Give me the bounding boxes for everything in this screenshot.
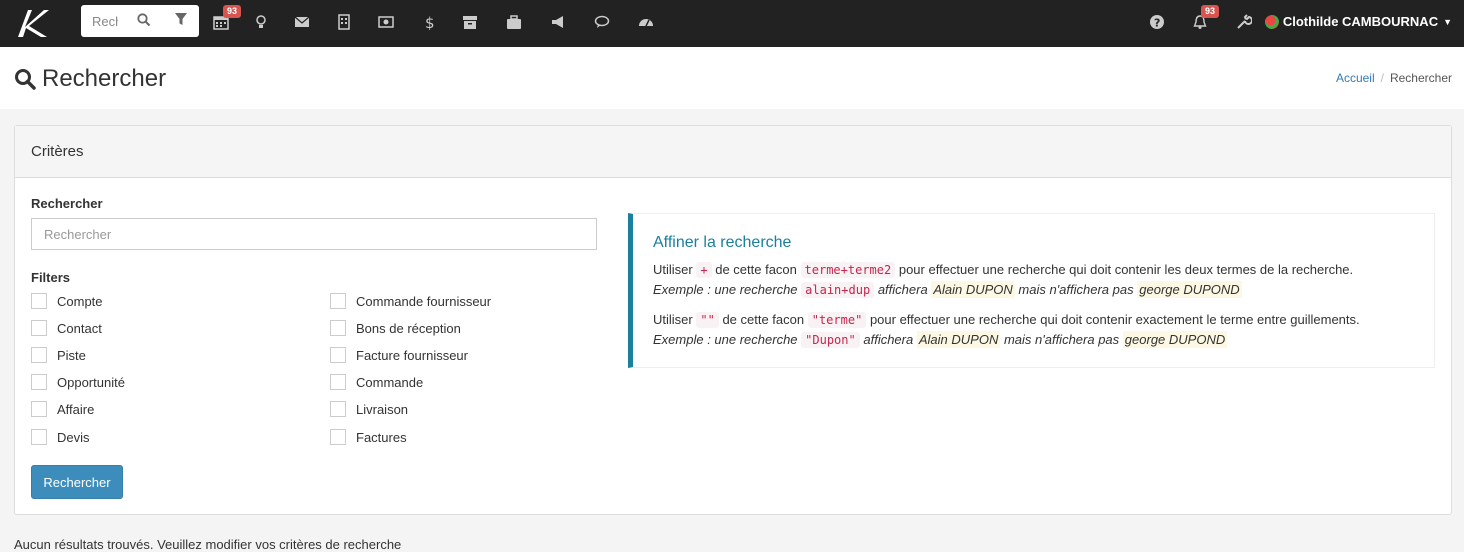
filter-opportunite[interactable]: Opportunité [31, 374, 125, 390]
checkbox[interactable] [31, 401, 47, 417]
checkbox-label: Bons de réception [356, 320, 461, 336]
search-label: Rechercher [31, 196, 103, 211]
help-icon[interactable]: ? [1149, 14, 1165, 30]
checkbox-label: Compte [57, 293, 103, 309]
help-line-3: Utiliser "" de cette facon "terme" pour … [653, 312, 1360, 328]
filter-affaire[interactable]: Affaire [31, 401, 94, 417]
filter-devis[interactable]: Devis [31, 429, 90, 445]
search-icon[interactable] [137, 13, 151, 27]
envelope-icon[interactable] [294, 14, 310, 30]
criteria-panel: Critères Rechercher Filters Compte Conta… [14, 125, 1452, 515]
user-menu[interactable]: Clothilde CAMBOURNAC ▼ [1264, 14, 1452, 29]
breadcrumb-current: Rechercher [1389, 71, 1452, 85]
checkbox[interactable] [330, 347, 346, 363]
filter-piste[interactable]: Piste [31, 347, 86, 363]
svg-text:?: ? [1154, 17, 1160, 30]
filter-contact[interactable]: Contact [31, 320, 102, 336]
building-icon[interactable] [336, 14, 352, 30]
svg-text:$: $ [425, 14, 435, 30]
search-submit-button[interactable]: Rechercher [31, 465, 123, 499]
notifications-badge: 93 [1201, 5, 1220, 18]
search-help-callout: Affiner la recherche Utiliser + de cette… [628, 213, 1435, 368]
filter-facture-fournisseur[interactable]: Facture fournisseur [330, 347, 468, 363]
checkbox-label: Devis [57, 429, 90, 445]
help-line-1: Utiliser + de cette facon terme+terme2 p… [653, 262, 1354, 278]
filter-icon[interactable] [175, 13, 187, 26]
breadcrumb-home-link[interactable]: Accueil [1336, 71, 1375, 85]
checkbox[interactable] [330, 320, 346, 336]
checkbox[interactable] [330, 401, 346, 417]
checkbox-label: Livraison [356, 401, 409, 417]
checkbox[interactable] [330, 293, 346, 309]
checkbox-label: Contact [57, 320, 102, 336]
search-input[interactable] [31, 218, 597, 250]
archive-icon[interactable] [462, 14, 478, 30]
checkbox-label: Opportunité [57, 374, 125, 390]
checkbox[interactable] [31, 320, 47, 336]
filter-commande-fournisseur[interactable]: Commande fournisseur [330, 293, 491, 309]
page-title: Rechercher [14, 65, 166, 93]
app-logo[interactable] [14, 7, 52, 39]
filter-commande[interactable]: Commande [330, 374, 423, 390]
avatar [1264, 14, 1279, 29]
checkbox-label: Commande fournisseur [356, 293, 492, 309]
chevron-down-icon: ▼ [1443, 16, 1452, 27]
checkbox[interactable] [330, 429, 346, 445]
checkbox[interactable] [31, 374, 47, 390]
callout-title: Affiner la recherche [653, 234, 792, 251]
global-search-input[interactable]: Rechercher [92, 14, 118, 29]
dollar-icon[interactable]: $ [421, 14, 437, 30]
checkbox-label: Commande [356, 374, 424, 390]
panel-heading: Critères [15, 126, 1451, 178]
breadcrumb-separator: / [1380, 71, 1384, 85]
comments-icon[interactable] [594, 14, 610, 30]
checkbox[interactable] [31, 347, 47, 363]
wrench-icon[interactable] [1236, 14, 1252, 30]
breadcrumb: Accueil / Rechercher [1336, 71, 1452, 85]
filters-label: Filters [31, 270, 71, 285]
help-line-2: Exemple : une recherche alain+dup affich… [653, 281, 1242, 298]
checkbox-label: Affaire [57, 401, 95, 417]
filter-livraison[interactable]: Livraison [330, 401, 408, 417]
filter-compte[interactable]: Compte [31, 293, 103, 309]
page-header: Rechercher Accueil / Rechercher [0, 47, 1464, 109]
briefcase-icon[interactable] [506, 14, 522, 30]
checkbox-label: Facture fournisseur [356, 347, 468, 363]
filter-factures[interactable]: Factures [330, 429, 407, 445]
checkbox-label: Piste [57, 347, 86, 363]
filter-bons-reception[interactable]: Bons de réception [330, 320, 461, 336]
money-icon[interactable] [378, 14, 394, 30]
global-search[interactable]: Rechercher [81, 5, 199, 37]
checkbox-label: Factures [356, 429, 407, 445]
checkbox[interactable] [31, 293, 47, 309]
search-icon [15, 69, 36, 90]
user-name: Clothilde CAMBOURNAC [1282, 14, 1439, 29]
checkbox[interactable] [330, 374, 346, 390]
lightbulb-icon[interactable] [253, 14, 269, 30]
checkbox[interactable] [31, 429, 47, 445]
top-navbar: Rechercher 93 $ [0, 0, 1464, 47]
help-line-4: Exemple : une recherche "Dupon" afficher… [653, 331, 1228, 348]
bullhorn-icon[interactable] [550, 14, 566, 30]
dashboard-icon[interactable] [638, 14, 654, 30]
page-title-text: Rechercher [42, 65, 167, 92]
calendar-badge: 93 [223, 5, 242, 18]
no-results-message: Aucun résultats trouvés. Veuillez modifi… [14, 537, 402, 552]
